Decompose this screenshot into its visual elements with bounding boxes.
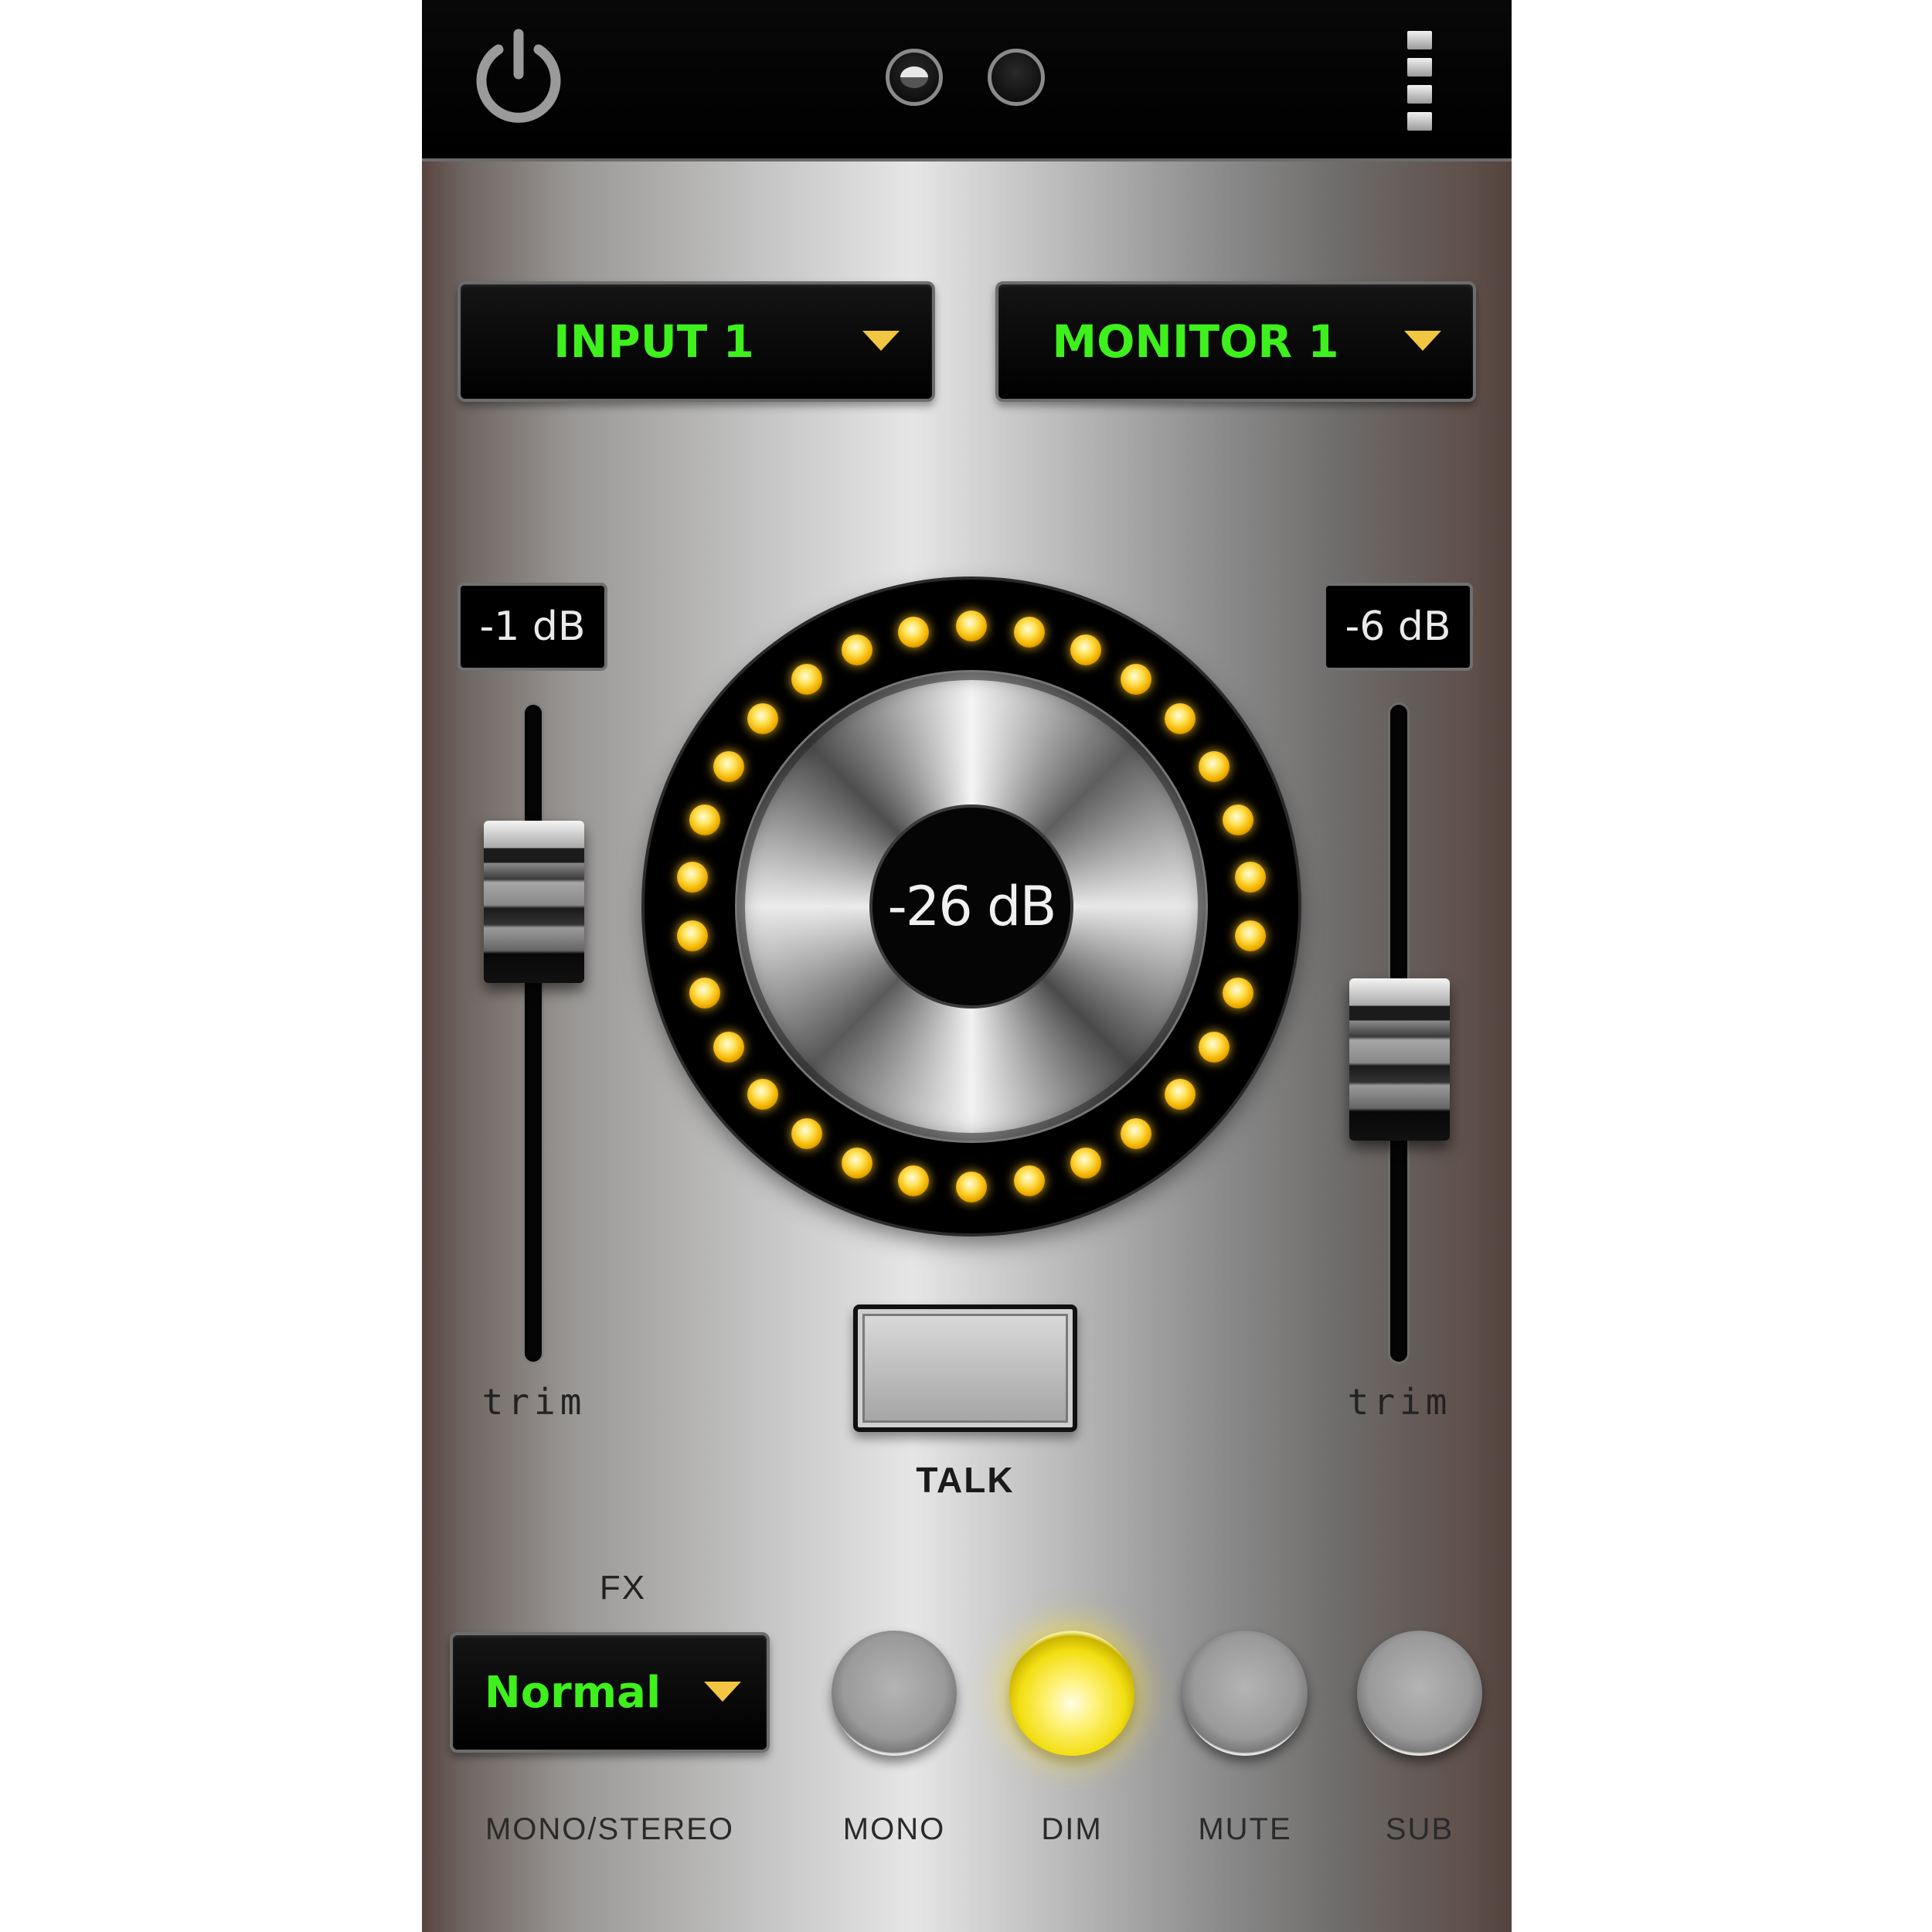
volume-led — [1070, 634, 1101, 666]
chevron-down-icon — [1404, 331, 1441, 351]
volume-led — [747, 703, 779, 735]
volume-led — [747, 1078, 779, 1110]
trim-right-fader-handle[interactable] — [1349, 978, 1450, 1141]
volume-led — [956, 1172, 987, 1202]
volume-led — [1070, 1147, 1101, 1179]
volume-led — [956, 611, 987, 641]
volume-led — [689, 978, 720, 1009]
fx-label: FX — [599, 1569, 647, 1607]
menu-icon[interactable] — [1407, 31, 1432, 131]
trim-left-slider-track[interactable] — [525, 705, 542, 1362]
page-indicator-dot[interactable] — [988, 49, 1045, 106]
trim-right-label: trim — [1347, 1381, 1452, 1423]
fx-selector[interactable]: Normal — [450, 1632, 770, 1753]
volume-led — [791, 664, 822, 696]
volume-led — [1235, 862, 1266, 893]
volume-led — [1014, 616, 1046, 648]
volume-led — [842, 634, 873, 666]
volume-led — [713, 750, 744, 782]
sub-caption: SUB — [1385, 1812, 1454, 1846]
volume-led — [1223, 978, 1254, 1009]
mute-caption: MUTE — [1198, 1812, 1292, 1846]
volume-led — [897, 1165, 929, 1197]
volume-readout: -26 dB — [872, 808, 1070, 1005]
mute-button[interactable] — [1182, 1631, 1308, 1756]
volume-led — [842, 1147, 873, 1179]
mono-button[interactable] — [832, 1631, 957, 1756]
volume-led — [1121, 1117, 1152, 1149]
sub-button[interactable] — [1357, 1631, 1482, 1756]
top-bar — [422, 0, 1512, 162]
volume-led — [713, 1031, 744, 1063]
input-selector[interactable]: INPUT 1 — [457, 281, 935, 402]
volume-led — [1235, 920, 1266, 951]
mono-stereo-caption: MONO/STEREO — [485, 1812, 735, 1846]
volume-led — [1164, 703, 1196, 735]
fx-selector-value: Normal — [484, 1667, 662, 1718]
input-selector-value: INPUT 1 — [553, 315, 754, 368]
volume-led — [689, 804, 720, 835]
volume-led — [676, 862, 708, 893]
trim-left-value: -1 dB — [457, 583, 607, 671]
chevron-down-icon — [862, 331, 900, 351]
mono-caption: MONO — [842, 1812, 946, 1846]
volume-led — [1121, 664, 1152, 696]
trim-left-fader-handle[interactable] — [484, 821, 584, 983]
trim-right-value: -6 dB — [1323, 583, 1473, 671]
volume-led — [897, 616, 929, 648]
volume-led — [1199, 1031, 1230, 1063]
power-icon[interactable] — [464, 23, 573, 131]
dim-caption: DIM — [1041, 1812, 1103, 1846]
volume-led — [1223, 804, 1254, 835]
volume-led — [1164, 1078, 1196, 1110]
monitor-selector[interactable]: MONITOR 1 — [995, 281, 1476, 402]
volume-led — [676, 920, 708, 951]
talk-button[interactable] — [853, 1304, 1077, 1432]
volume-led — [1014, 1165, 1046, 1197]
volume-led — [791, 1117, 822, 1149]
volume-led — [1199, 750, 1230, 782]
chevron-down-icon — [704, 1682, 741, 1702]
monitor-controller-app: INPUT 1 MONITOR 1 -1 dB -6 dB trim trim … — [422, 0, 1512, 1932]
dim-button[interactable] — [1009, 1631, 1134, 1756]
trim-left-label: trim — [481, 1381, 587, 1423]
monitor-selector-value: MONITOR 1 — [1052, 315, 1339, 368]
talk-label: TALK — [916, 1460, 1015, 1500]
page-indicator-dot-active[interactable] — [886, 49, 943, 106]
